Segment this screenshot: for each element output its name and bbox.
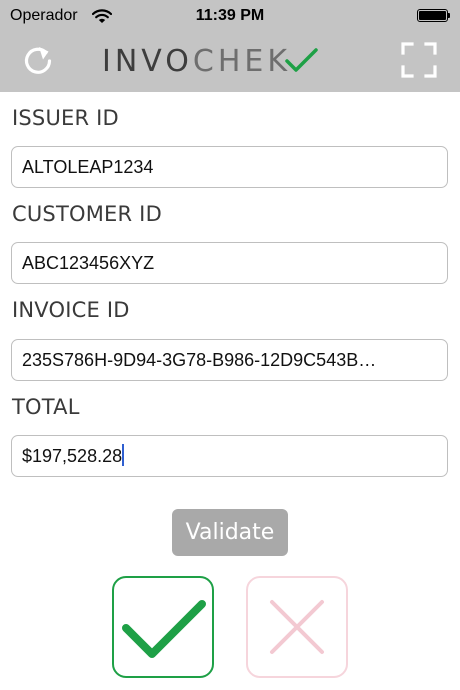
logo-text-dark: INVO bbox=[102, 44, 193, 79]
customer-id-label: CUSTOMER ID bbox=[12, 202, 162, 226]
total-label: TOTAL bbox=[12, 395, 80, 419]
issuer-id-input[interactable]: ALTOLEAP1234 bbox=[11, 146, 448, 188]
clock: 11:39 PM bbox=[195, 7, 265, 24]
battery-tip bbox=[448, 13, 450, 18]
checkmark-icon bbox=[122, 600, 206, 658]
issuer-id-label: ISSUER ID bbox=[12, 106, 119, 130]
invoice-id-label: INVOICE ID bbox=[12, 298, 130, 322]
x-mark-icon bbox=[270, 600, 324, 654]
app-logo: INVO CHEK bbox=[102, 45, 319, 79]
nav-bar: INVO CHEK bbox=[0, 32, 460, 92]
expand-icon[interactable] bbox=[400, 41, 438, 79]
battery-icon bbox=[417, 9, 448, 22]
logo-check-icon bbox=[285, 48, 318, 72]
mark-invalid-button[interactable] bbox=[246, 576, 348, 678]
status-bar: Operador 11:39 PM bbox=[0, 0, 460, 32]
text-caret bbox=[122, 444, 125, 466]
customer-id-input[interactable]: ABC123456XYZ bbox=[11, 242, 448, 284]
validate-button[interactable]: Validate bbox=[172, 509, 288, 556]
mark-valid-button[interactable] bbox=[112, 576, 214, 678]
refresh-icon[interactable] bbox=[20, 43, 56, 79]
invoice-id-input[interactable]: 235S786H-9D94-3G78-B986-12D9C543B… bbox=[11, 339, 448, 381]
total-value: $197,528.28 bbox=[22, 446, 123, 466]
total-input[interactable]: $197,528.28 bbox=[11, 435, 448, 477]
logo-text-light: CHEK bbox=[192, 44, 292, 79]
